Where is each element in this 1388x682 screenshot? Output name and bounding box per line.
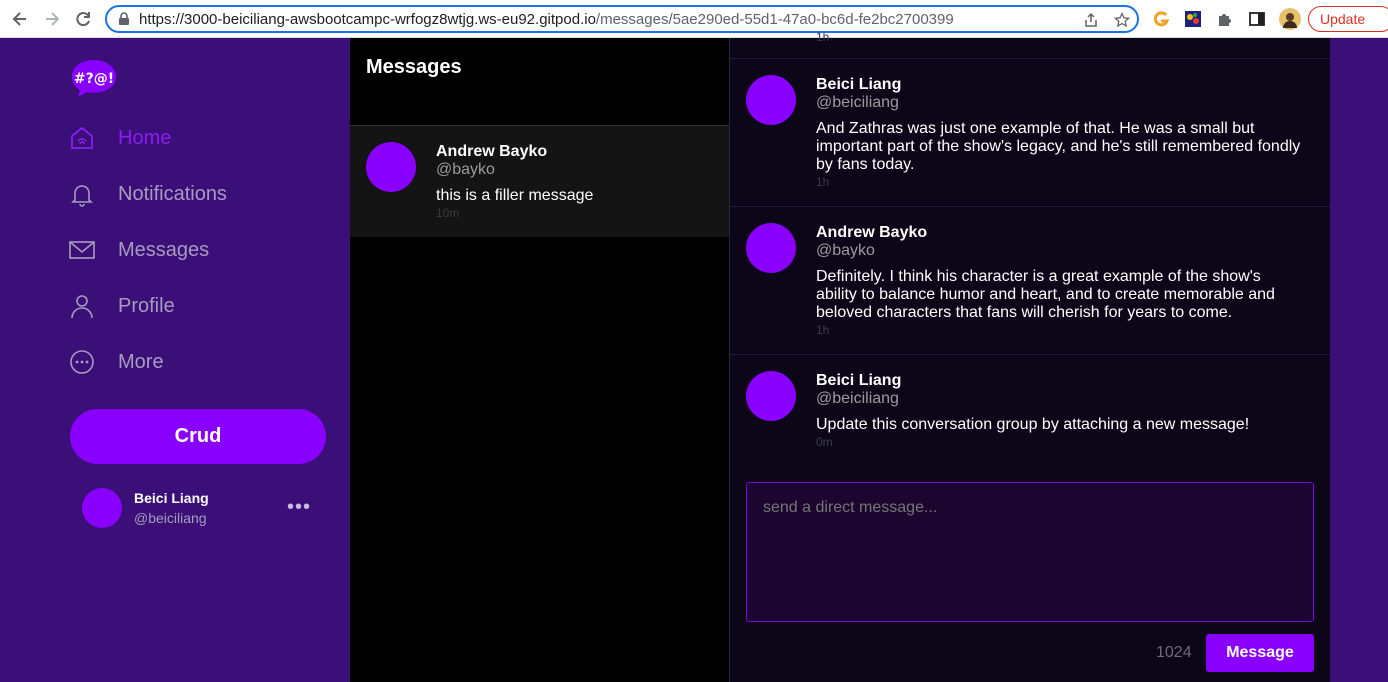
character-count: 1024 <box>1156 644 1192 661</box>
reload-icon[interactable] <box>73 9 93 29</box>
bell-icon <box>71 185 93 207</box>
address-bar[interactable]: https://3000-beiciliang-awsbootcampc-wrf… <box>105 5 1139 33</box>
back-arrow-icon[interactable] <box>10 9 30 29</box>
message-text: And Zathras was just one example of that… <box>816 120 1301 173</box>
message-item: Andrew Bayko @bayko Definitely. I think … <box>730 206 1330 354</box>
nav-messages[interactable]: Messages <box>68 234 209 266</box>
message-time: 1h <box>816 175 830 189</box>
previous-message-time: 1h <box>816 30 830 44</box>
puzzle-extensions-icon[interactable] <box>1216 10 1234 28</box>
app-root: #?@! Home Notifications Messages Profile… <box>0 30 1388 682</box>
logo-text: #?@! <box>74 71 114 87</box>
message-item: Beici Liang @beiciliang Update this conv… <box>730 354 1330 464</box>
message-time: 0m <box>816 435 833 449</box>
envelope-icon <box>69 241 95 259</box>
message-time: 1h <box>816 323 830 337</box>
lock-icon <box>117 12 131 26</box>
page-title: Messages <box>366 56 462 78</box>
sidebar: #?@! Home Notifications Messages Profile… <box>0 38 350 682</box>
message-group-item[interactable]: Andrew Bayko @bayko this is a filler mes… <box>350 126 729 237</box>
url-path: /messages/5ae290ed-55d1-47a0-bc6d-fe2bc2… <box>595 11 954 28</box>
message-author-name: Andrew Bayko <box>816 224 928 241</box>
user-handle: @beiciliang <box>134 510 207 526</box>
nav-more[interactable]: More <box>68 346 164 378</box>
user-menu-dots-icon[interactable]: ••• <box>287 496 311 519</box>
avatar <box>746 223 796 273</box>
url-host: https://3000-beiciliang-awsbootcampc-wrf… <box>139 11 596 28</box>
profile-avatar-icon[interactable] <box>1279 8 1301 30</box>
app-logo[interactable]: #?@! <box>70 58 118 98</box>
conversation-panel: 1h Beici Liang @beiciliang And Zathras w… <box>730 30 1330 682</box>
nav-home-label: Home <box>118 126 172 149</box>
avatar <box>366 142 416 192</box>
message-groups-panel: Messages Andrew Bayko @bayko this is a f… <box>350 38 730 682</box>
nav-home[interactable]: Home <box>68 122 171 154</box>
nav-profile[interactable]: Profile <box>68 290 175 322</box>
nav-profile-label: Profile <box>118 294 175 317</box>
message-item: Beici Liang @beiciliang And Zathras was … <box>730 58 1330 206</box>
nav-messages-label: Messages <box>118 238 210 261</box>
nav-more-label: More <box>118 350 164 373</box>
message-text: Definitely. I think his character is a g… <box>816 268 1275 321</box>
group-time: 10m <box>436 206 460 220</box>
right-gutter <box>1330 38 1388 682</box>
current-user-card[interactable]: Beici Liang @beiciliang ••• <box>82 488 312 528</box>
message-author-name: Beici Liang <box>816 76 902 93</box>
avatar <box>746 371 796 421</box>
bookmark-star-icon[interactable] <box>1113 11 1131 28</box>
colorful-extension-icon[interactable] <box>1184 10 1202 28</box>
person-icon <box>71 295 93 319</box>
avatar <box>82 488 122 528</box>
message-author-handle: @beiciliang <box>816 94 899 111</box>
send-message-button[interactable]: Message <box>1206 634 1314 672</box>
group-display-name: Andrew Bayko <box>436 143 548 160</box>
avatar <box>746 75 796 125</box>
message-text: Update this conversation group by attach… <box>816 416 1250 433</box>
message-author-handle: @bayko <box>816 242 875 259</box>
url-text: https://3000-beiciliang-awsbootcampc-wrf… <box>139 11 954 28</box>
more-circle-icon <box>70 350 94 374</box>
share-icon[interactable] <box>1083 12 1099 28</box>
grammarly-extension-icon[interactable] <box>1152 10 1170 28</box>
group-last-message: this is a filler message <box>436 187 594 204</box>
nav-notifications-label: Notifications <box>118 182 227 205</box>
browser-toolbar: https://3000-beiciliang-awsbootcampc-wrf… <box>0 0 1388 38</box>
update-button[interactable]: Update <box>1308 6 1388 32</box>
crud-button[interactable]: Crud <box>70 409 326 464</box>
group-handle: @bayko <box>436 161 495 178</box>
message-author-handle: @beiciliang <box>816 390 899 407</box>
user-display-name: Beici Liang <box>134 490 209 506</box>
forward-arrow-icon[interactable] <box>42 9 62 29</box>
side-panel-icon[interactable] <box>1248 10 1266 28</box>
message-author-name: Beici Liang <box>816 372 902 389</box>
direct-message-input[interactable] <box>746 482 1314 622</box>
home-icon <box>71 126 93 149</box>
nav-notifications[interactable]: Notifications <box>68 178 227 210</box>
